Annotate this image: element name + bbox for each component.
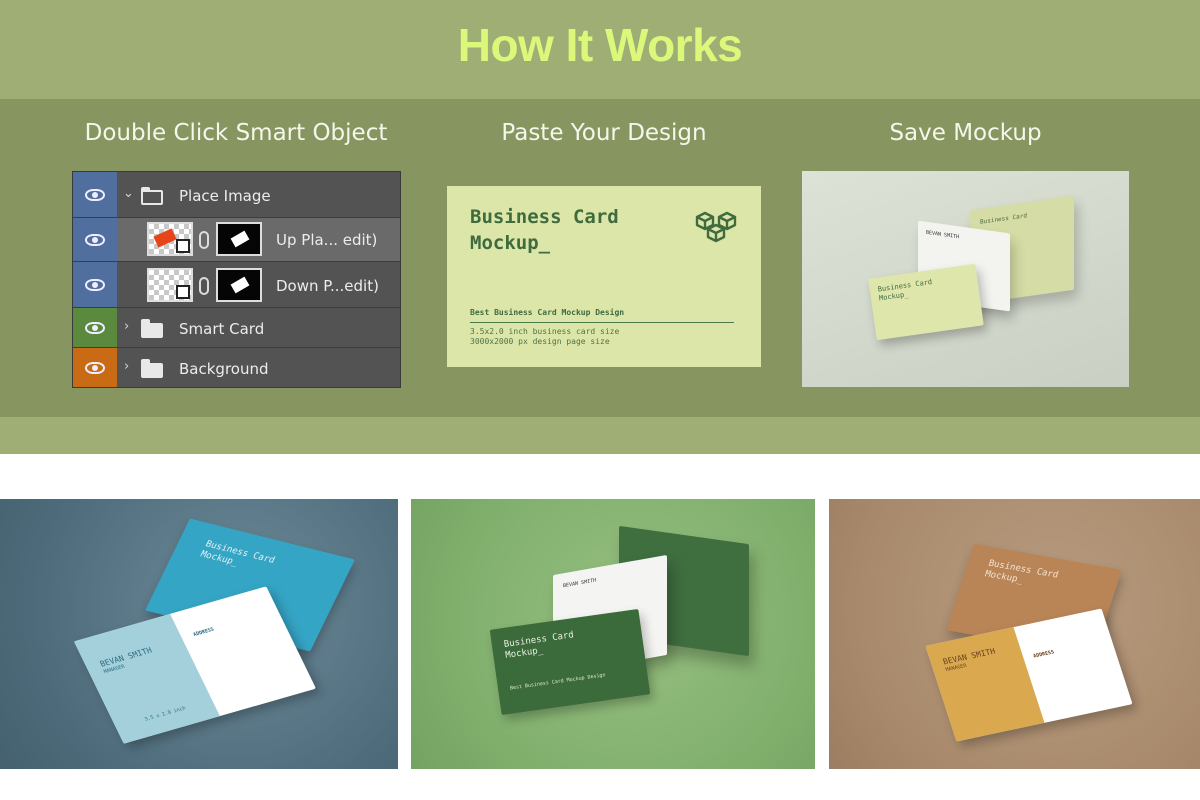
mockup-photo-tan: Business Card Mockup_ BEVAN SMITH MANAGE… xyxy=(829,499,1200,769)
layer-row-up-placement[interactable]: Up Pla... edit) xyxy=(73,218,400,262)
chain-link-icon[interactable] xyxy=(199,277,209,295)
chevron-down-icon[interactable]: ⌄ xyxy=(123,186,134,201)
layer-name: Up Pla... edit) xyxy=(276,231,378,249)
eye-icon xyxy=(85,322,105,334)
business-card-front: Business Card Mockup_ xyxy=(868,263,984,341)
mockup-photo-save: Business Card BEVAN SMITH Business Card … xyxy=(802,171,1129,387)
person-name: BEVAN SMITH xyxy=(563,577,597,590)
visibility-toggle[interactable] xyxy=(73,348,117,387)
visibility-toggle[interactable] xyxy=(73,262,117,307)
card-pixels-line: 3000x2000 px design page size xyxy=(470,337,610,346)
layer-row-down-placement[interactable]: Down P...edit) xyxy=(73,262,400,308)
visibility-toggle[interactable] xyxy=(73,172,117,217)
smart-object-badge-icon xyxy=(176,285,190,299)
eye-icon xyxy=(85,279,105,291)
eye-icon xyxy=(85,362,105,374)
eye-icon xyxy=(85,234,105,246)
visibility-toggle[interactable] xyxy=(73,308,117,347)
layer-row-place-image[interactable]: ⌄ Place Image xyxy=(73,172,400,218)
layer-name: Smart Card xyxy=(179,320,265,338)
card-shape-icon xyxy=(230,230,250,248)
step-title-double-click: Double Click Smart Object xyxy=(84,120,388,146)
layer-name: Down P...edit) xyxy=(276,277,379,295)
smart-object-badge-icon xyxy=(176,239,190,253)
card-stack-title: Business Card xyxy=(980,212,1027,226)
address-label: ADDRESS xyxy=(1032,649,1056,660)
layer-row-smart-card[interactable]: › Smart Card xyxy=(73,308,400,348)
card-title: Business Card Mockup_ xyxy=(470,206,619,254)
card-divider xyxy=(470,322,734,323)
card-title: Business Card Mockup_ xyxy=(877,277,933,303)
card-shape-icon xyxy=(230,276,250,294)
card-back-panel xyxy=(925,627,1045,742)
folder-icon xyxy=(141,359,163,378)
step-title-paste-design: Paste Your Design xyxy=(501,120,707,146)
design-preview-card: Business Card Mockup_ Best Business Card… xyxy=(447,186,761,367)
business-card-green-front: Business Card Mockup_ Best Business Card… xyxy=(489,608,651,716)
mockup-photo-green: BEVAN SMITH Business Card Mockup_ Best B… xyxy=(411,499,815,769)
chain-link-icon[interactable] xyxy=(199,231,209,249)
card-subtitle: Best Business Card Mockup Design xyxy=(470,308,625,317)
card-title: Business Card Mockup_ xyxy=(198,539,277,568)
card-title: Business Card Mockup_ xyxy=(983,558,1060,586)
layer-name: Background xyxy=(179,360,269,378)
chevron-right-icon[interactable]: › xyxy=(124,359,129,374)
stacked-cubes-icon xyxy=(695,211,737,243)
address-label: ADDRESS xyxy=(192,626,216,638)
visibility-toggle[interactable] xyxy=(73,218,117,261)
smart-object-thumbnail[interactable] xyxy=(147,268,193,302)
folder-open-icon xyxy=(141,187,163,205)
card-title: Business Card Mockup_ xyxy=(503,630,575,661)
layer-mask-thumbnail[interactable] xyxy=(216,268,262,302)
eye-icon xyxy=(85,189,105,201)
card-subtitle: Best Business Card Mockup Design xyxy=(509,672,606,692)
design-preview-icon xyxy=(153,228,177,248)
layer-name: Place Image xyxy=(179,187,271,205)
layer-mask-thumbnail[interactable] xyxy=(216,222,262,256)
folder-icon xyxy=(141,319,163,338)
layer-row-background[interactable]: › Background xyxy=(73,348,400,387)
chevron-right-icon[interactable]: › xyxy=(124,319,129,334)
step-title-save-mockup: Save Mockup xyxy=(889,120,1042,146)
page-title: How It Works xyxy=(457,19,743,71)
layers-panel: ⌄ Place Image Up Pla... edit) Down P...e… xyxy=(72,171,401,388)
smart-object-thumbnail[interactable] xyxy=(147,222,193,256)
card-size-line: 3.5x2.0 inch business card size xyxy=(470,327,620,336)
mockup-photo-blue: Business Card Mockup_ BEVAN SMITH MANAGE… xyxy=(0,499,398,769)
card-back-name: BEVAN SMITH xyxy=(926,229,960,241)
